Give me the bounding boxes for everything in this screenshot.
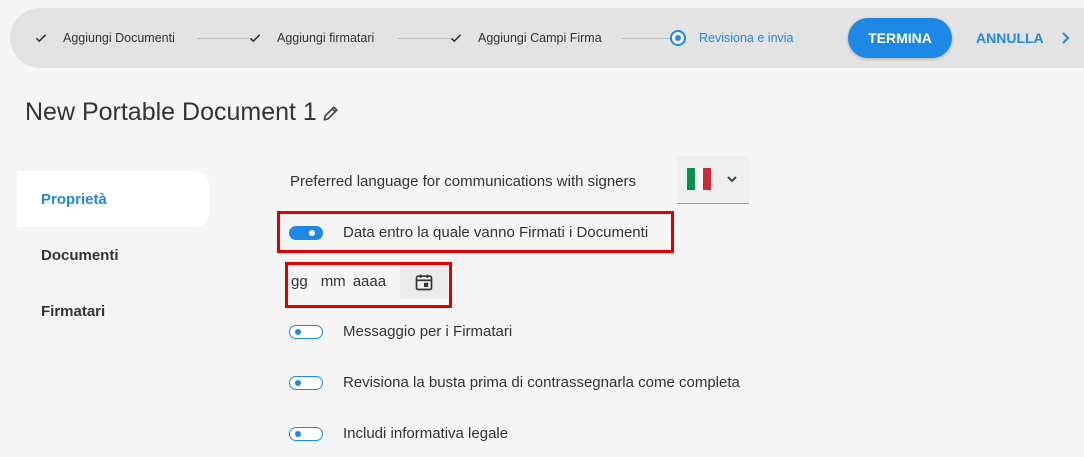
- current-step-icon: [670, 30, 686, 46]
- message-toggle[interactable]: [289, 325, 323, 339]
- date-input[interactable]: gg mm aaaa: [291, 273, 386, 290]
- legal-toggle[interactable]: [289, 427, 323, 441]
- page-title: New Portable Document 1: [25, 98, 341, 127]
- date-day-placeholder[interactable]: gg: [291, 273, 308, 290]
- message-label: Messaggio per i Firmatari: [343, 323, 513, 340]
- deadline-toggle[interactable]: [289, 226, 323, 240]
- sidebar-item-firmatari[interactable]: Firmatari: [17, 283, 209, 339]
- step-divider: [622, 38, 674, 39]
- document-title: New Portable Document 1: [25, 98, 317, 126]
- step-aggiungi-campi-firma[interactable]: Aggiungi Campi Firma: [449, 8, 602, 68]
- date-year-placeholder[interactable]: aaaa: [353, 273, 386, 290]
- check-icon: [450, 34, 462, 43]
- calendar-button[interactable]: [400, 265, 448, 299]
- annulla-button[interactable]: ANNULLA: [976, 18, 1044, 58]
- step-aggiungi-firmatari[interactable]: Aggiungi firmatari: [248, 8, 374, 68]
- step-divider: [197, 38, 249, 39]
- italy-flag-icon: [687, 168, 711, 190]
- stepper-bar: Aggiungi Documenti Aggiungi firmatari Ag…: [10, 8, 1084, 68]
- review-label: Revisiona la busta prima di contrassegna…: [343, 374, 740, 391]
- step-aggiungi-documenti[interactable]: Aggiungi Documenti: [34, 8, 175, 68]
- chevron-down-icon: [727, 176, 737, 183]
- sidebar-item-documenti[interactable]: Documenti: [17, 227, 209, 283]
- check-icon: [249, 34, 261, 43]
- termina-button[interactable]: TERMINA: [848, 18, 952, 58]
- language-select[interactable]: [677, 156, 749, 204]
- pencil-icon[interactable]: [321, 103, 341, 123]
- chevron-right-icon[interactable]: [1060, 28, 1072, 48]
- language-label: Preferred language for communications wi…: [290, 173, 637, 190]
- step-label: Revisiona e invia: [699, 31, 794, 45]
- legal-label: Includi informativa legale: [343, 425, 509, 442]
- sidebar-item-proprieta[interactable]: Proprietà: [17, 171, 209, 227]
- step-label: Aggiungi Campi Firma: [478, 31, 602, 45]
- step-revisiona-e-invia[interactable]: Revisiona e invia: [670, 8, 794, 68]
- step-divider: [398, 38, 450, 39]
- calendar-icon: [415, 274, 433, 291]
- step-label: Aggiungi Documenti: [63, 31, 175, 45]
- deadline-label: Data entro la quale vanno Firmati i Docu…: [343, 224, 649, 241]
- check-icon: [35, 34, 47, 43]
- review-toggle[interactable]: [289, 376, 323, 390]
- date-month-placeholder[interactable]: mm: [321, 273, 346, 290]
- step-label: Aggiungi firmatari: [277, 31, 375, 45]
